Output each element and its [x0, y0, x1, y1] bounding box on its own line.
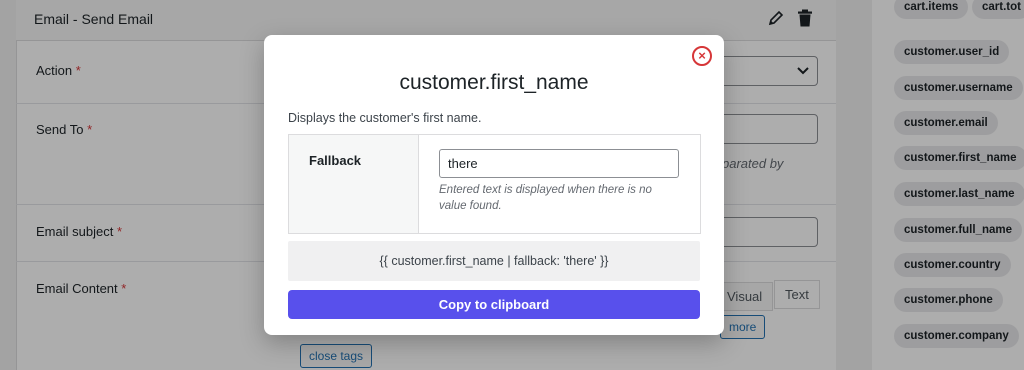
- copy-to-clipboard-button[interactable]: Copy to clipboard: [288, 290, 700, 319]
- variable-modal: × customer.first_name Displays the custo…: [264, 35, 724, 335]
- fallback-hint: Entered text is displayed when there is …: [439, 184, 652, 212]
- fallback-table: Fallback Entered text is displayed when …: [288, 134, 701, 234]
- modal-description: Displays the customer's first name.: [288, 111, 482, 125]
- modal-title: customer.first_name: [399, 71, 589, 94]
- fallback-label: Fallback: [309, 153, 362, 168]
- fallback-label-cell: Fallback: [289, 135, 419, 233]
- tag-preview: {{ customer.first_name | fallback: 'ther…: [288, 241, 700, 281]
- close-icon[interactable]: ×: [692, 46, 712, 66]
- fallback-input[interactable]: [439, 149, 679, 178]
